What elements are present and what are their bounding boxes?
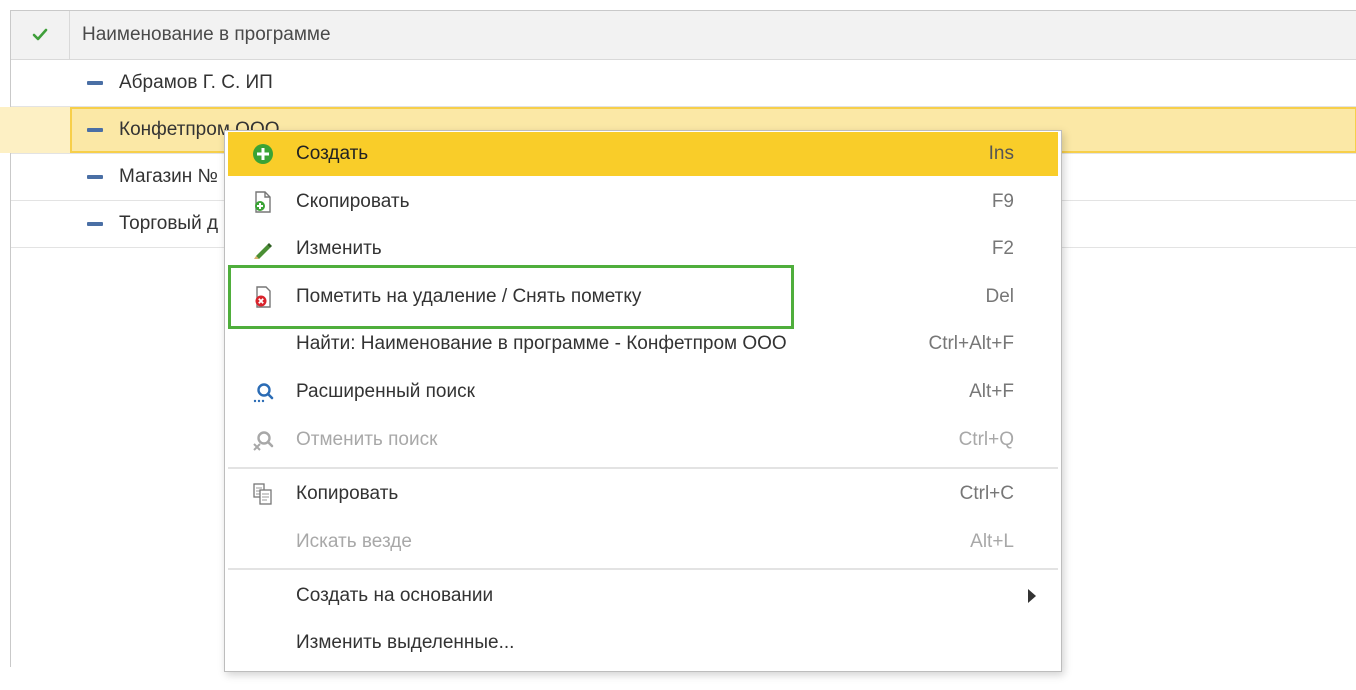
menu-item-edit-selected[interactable]: Изменить выделенные... <box>228 621 1058 665</box>
menu-separator <box>228 467 1058 469</box>
context-menu: Создать Ins Скопировать F9 Изменить F2 П… <box>224 130 1062 672</box>
item-element-icon <box>87 128 103 132</box>
submenu-arrow-icon <box>1028 589 1036 603</box>
menu-item-advanced-search[interactable]: Расширенный поиск Alt+F <box>228 370 1058 414</box>
item-element-icon <box>87 222 103 226</box>
plus-circle-icon <box>251 142 275 166</box>
row-name: Абрамов Г. С. ИП <box>119 72 273 93</box>
menu-item-create[interactable]: Создать Ins <box>228 132 1058 176</box>
item-element-icon <box>87 175 103 179</box>
menu-separator <box>228 568 1058 570</box>
item-element-icon <box>87 81 103 85</box>
cancel-search-icon <box>251 428 275 452</box>
menu-item-cancel-search[interactable]: Отменить поиск Ctrl+Q <box>228 418 1058 462</box>
column-header-name[interactable]: Наименование в программе <box>82 11 331 59</box>
clipboard-copy-icon <box>251 482 275 506</box>
table-row[interactable]: Абрамов Г. С. ИП <box>11 60 1356 107</box>
menu-item-create-based-on[interactable]: Создать на основании <box>228 574 1058 618</box>
copy-document-icon <box>251 190 275 214</box>
checkmark-column-header[interactable] <box>11 11 70 59</box>
menu-item-search-everywhere[interactable]: Искать везде Alt+L <box>228 520 1058 564</box>
table-header: Наименование в программе <box>11 11 1356 60</box>
row-name: Магазин № <box>119 166 218 187</box>
menu-item-copy-clipboard[interactable]: Копировать Ctrl+C <box>228 472 1058 516</box>
pencil-icon <box>251 237 275 261</box>
search-icon <box>251 380 275 404</box>
checkmark-icon <box>32 28 48 41</box>
menu-item-copy-element[interactable]: Скопировать F9 <box>228 180 1058 224</box>
highlight-box <box>228 265 794 329</box>
row-name: Торговый д <box>119 213 219 234</box>
